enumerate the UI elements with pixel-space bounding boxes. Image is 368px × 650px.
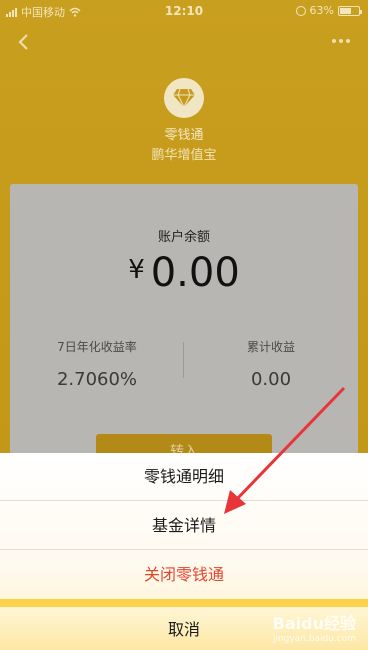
earnings-label: 累计收益 [246, 340, 295, 354]
balance-amount: 0.00 [150, 250, 240, 296]
balance-card: 账户余额 ¥0.00 7日年化收益率 2.7060% 累计收益 0.00 转入 [10, 184, 358, 484]
yield-label: 7日年化收益率 [57, 340, 137, 354]
balance-label: 账户余额 [157, 230, 210, 245]
app-title: 零钱通 [164, 128, 204, 143]
diamond-logo-icon [164, 78, 204, 118]
sheet-item-details[interactable]: 零钱通明细 [0, 453, 368, 501]
currency-symbol: ¥ [128, 255, 145, 285]
watermark: Baidu经验 jingyan.baidu.com [273, 610, 356, 644]
app-subtitle: 鹏华增值宝 [151, 148, 217, 163]
sheet-item-close[interactable]: 关闭零钱通 [0, 551, 368, 599]
yield-stat: 7日年化收益率 2.7060% [10, 338, 184, 390]
rotation-lock-icon [295, 5, 306, 16]
watermark-brand: Baidu经验 [272, 614, 356, 633]
sheet-item-fund-info[interactable]: 基金详情 [0, 502, 368, 550]
earnings-stat: 累计收益 0.00 [184, 338, 358, 390]
battery-icon [338, 5, 362, 16]
yield-value: 2.7060% [56, 369, 138, 390]
more-icon[interactable] [332, 36, 354, 46]
back-icon[interactable] [14, 32, 34, 52]
earnings-value: 0.00 [250, 369, 292, 390]
balance-value: ¥0.00 [10, 250, 358, 296]
sheet-separator [0, 599, 368, 607]
status-bar: 中国移动 12:10 63% [0, 0, 368, 22]
status-right: 63% [295, 4, 362, 17]
battery-percent: 63% [309, 4, 334, 17]
watermark-url: jingyan.baidu.com [272, 634, 356, 644]
